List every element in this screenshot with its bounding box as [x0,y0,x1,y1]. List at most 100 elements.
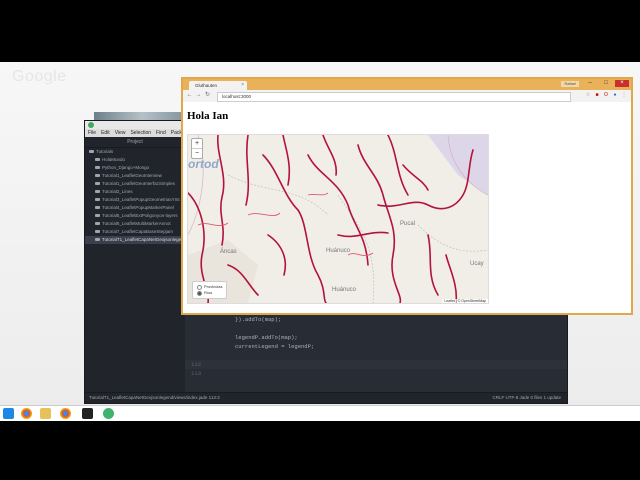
tree-item[interactable]: TutorialT1_LeafletCapaNetGeojsonlegend [85,236,185,244]
menu-item-edit[interactable]: Edit [101,129,110,137]
code-line[interactable] [185,324,567,333]
menu-item-find[interactable]: Find [156,129,166,137]
chrome-icon[interactable] [60,408,71,419]
folder-icon [95,230,100,234]
address-bar[interactable]: localhost:3000 [217,92,571,102]
tree-item-label: Tutorial4_LeafletPopupMarkerPanel [102,205,174,210]
extension-icon[interactable]: ● [612,92,618,98]
map-label-ucayali: Ucay [470,261,484,267]
tree-item[interactable]: Tutorial3_LeafletPopupGeometriasYInt [85,196,185,204]
zoom-control: + − [191,138,203,159]
browser-tab[interactable]: Gluthauten × [189,81,247,90]
status-file-path: TutorialT1_LeafletCapaNetGeojsonlegend/v… [89,395,220,400]
layer-control[interactable]: Provincias Ríos [192,281,228,299]
tree-item-label: Tutorial1_LeafletGeoInterview [102,173,162,178]
profile-button[interactable]: Rafael [561,81,579,87]
map-label-watermark: ortod [188,157,219,171]
close-tab-icon[interactable]: × [241,81,244,90]
bookmark-star-icon[interactable]: ☆ [585,92,591,98]
zoom-out-button[interactable]: − [192,148,202,158]
code-line[interactable]: 113 [185,369,567,378]
web-page: Hola Ian ortod Pucal Huánuco Huánuco Uca… [183,102,631,313]
opera-icon[interactable]: O [603,92,609,98]
windows-start-icon[interactable] [3,408,14,419]
tree-item[interactable]: Tutorial5_LeafletExtPoligonyon-layers [85,212,185,220]
tree-item[interactable]: HolaMundo [85,156,185,164]
folder-icon [95,158,100,162]
map-tiles [188,135,488,303]
tree-item[interactable]: Tutorial1_LeafletGeoInterview [85,172,185,180]
project-tree[interactable]: Project Tutorials HolaMundo Python_Django+… [85,137,185,393]
back-icon[interactable]: ← [186,92,193,99]
radio-icon[interactable] [197,284,202,290]
tab-title: Gluthauten [195,83,218,88]
chrome-window[interactable]: Gluthauten × Rafael – □ × ← → ↻ localhos… [181,77,633,315]
atom-status-bar: TutorialT1_LeafletCapaNetGeojsonlegend/v… [85,392,567,403]
atom-icon[interactable] [103,408,114,419]
tree-item-label: Tutorial6_LeafletMultiMarkerAnnot [102,221,171,226]
close-window-icon[interactable]: × [615,80,629,87]
window-controls: – □ × [583,80,629,87]
project-tree-list: Tutorials HolaMundo Python_Django+Mongo Tut… [85,148,185,244]
folder-icon [95,166,100,170]
tree-item-label: HolaMundo [102,157,126,162]
map-label-pucallpa: Pucal [400,221,416,227]
menu-item-view[interactable]: View [115,129,126,137]
code-line[interactable] [185,351,567,360]
extension-icon[interactable]: ■ [594,92,600,98]
folder-icon [95,214,100,218]
tree-item-label: Tutorial2_Lines [102,189,133,194]
layer-label: Ríos [204,290,213,295]
radio-icon[interactable] [197,290,202,296]
folder-icon [95,238,100,242]
tree-item[interactable]: Python_Django+Mongo [85,164,185,172]
zoom-in-button[interactable]: + [192,139,202,148]
map-label-huanuco-city: Huánuco [332,287,357,293]
map-label-huanuco-region: Huánuco [326,248,351,254]
tree-item[interactable]: Tutorial2_Lines [85,188,185,196]
map-attribution[interactable]: Leaflet | © OpenStreetMap [442,299,488,303]
tree-item-label: Tutorial1_LeafletGeoInterfazSimples [102,181,175,186]
file-explorer-icon[interactable] [40,408,51,419]
terminal-icon[interactable] [82,408,93,419]
menu-icon[interactable]: ⋮ [621,92,627,98]
reload-icon[interactable]: ↻ [204,92,211,99]
desktop-logo: Google [12,68,67,85]
code-line[interactable]: legendP.addTo(map); [185,333,567,342]
tree-item[interactable]: Tutorials [85,148,185,156]
code-line[interactable]: }).addTo(map); [185,315,567,324]
maximize-icon[interactable]: □ [599,80,613,87]
desktop: Google FileEditViewSelectionFindPackages… [0,62,640,420]
status-info: CRLF UTF-8 Jade 0 files 1 update [492,395,561,400]
forward-icon[interactable]: → [195,92,202,99]
chrome-icon[interactable] [21,408,32,419]
tree-item[interactable]: Tutorial1_LeafletGeoInterfazSimples [85,180,185,188]
folder-icon [95,198,100,202]
code-text: legendP.addTo(map); [235,334,298,341]
page-heading: Hola Ian [187,110,229,122]
tree-item-label: TutorialT1_LeafletCapaNetGeojsonlegend [102,237,185,242]
tree-item[interactable]: Tutorial7_LeafletCapaBaseStepjam [85,228,185,236]
code-text: currentLegend = legendP; [235,343,315,350]
extensions-area: ☆ ■ O ● ⋮ [585,92,627,98]
tree-item[interactable]: Tutorial6_LeafletMultiMarkerAnnot [85,220,185,228]
tree-item[interactable]: Tutorial4_LeafletPopupMarkerPanel [85,204,185,212]
menu-item-file[interactable]: File [88,129,96,137]
chrome-tabstrip: Gluthauten × Rafael – □ × [183,79,631,90]
tree-item-label: Tutorials [96,149,114,154]
line-number: 113 [191,370,201,377]
folder-icon [95,206,100,210]
layer-option-rios[interactable]: Ríos [197,290,222,296]
menu-item-selection[interactable]: Selection [130,129,151,137]
folder-icon [95,222,100,226]
tree-item-label: Tutorial3_LeafletPopupGeometriasYInt [102,197,180,202]
tree-item-label: Python_Django+Mongo [102,165,150,170]
minimize-icon[interactable]: – [583,80,597,87]
code-line[interactable]: currentLegend = legendP; [185,342,567,351]
atom-icon [88,122,94,128]
leaflet-map[interactable]: ortod Pucal Huánuco Huánuco Ucay Áncas +… [187,134,489,304]
code-line[interactable]: 112 [185,360,567,369]
folder-icon [95,190,100,194]
tree-item-label: Tutorial5_LeafletExtPoligonyon-layers [102,213,178,218]
folder-icon [95,174,100,178]
